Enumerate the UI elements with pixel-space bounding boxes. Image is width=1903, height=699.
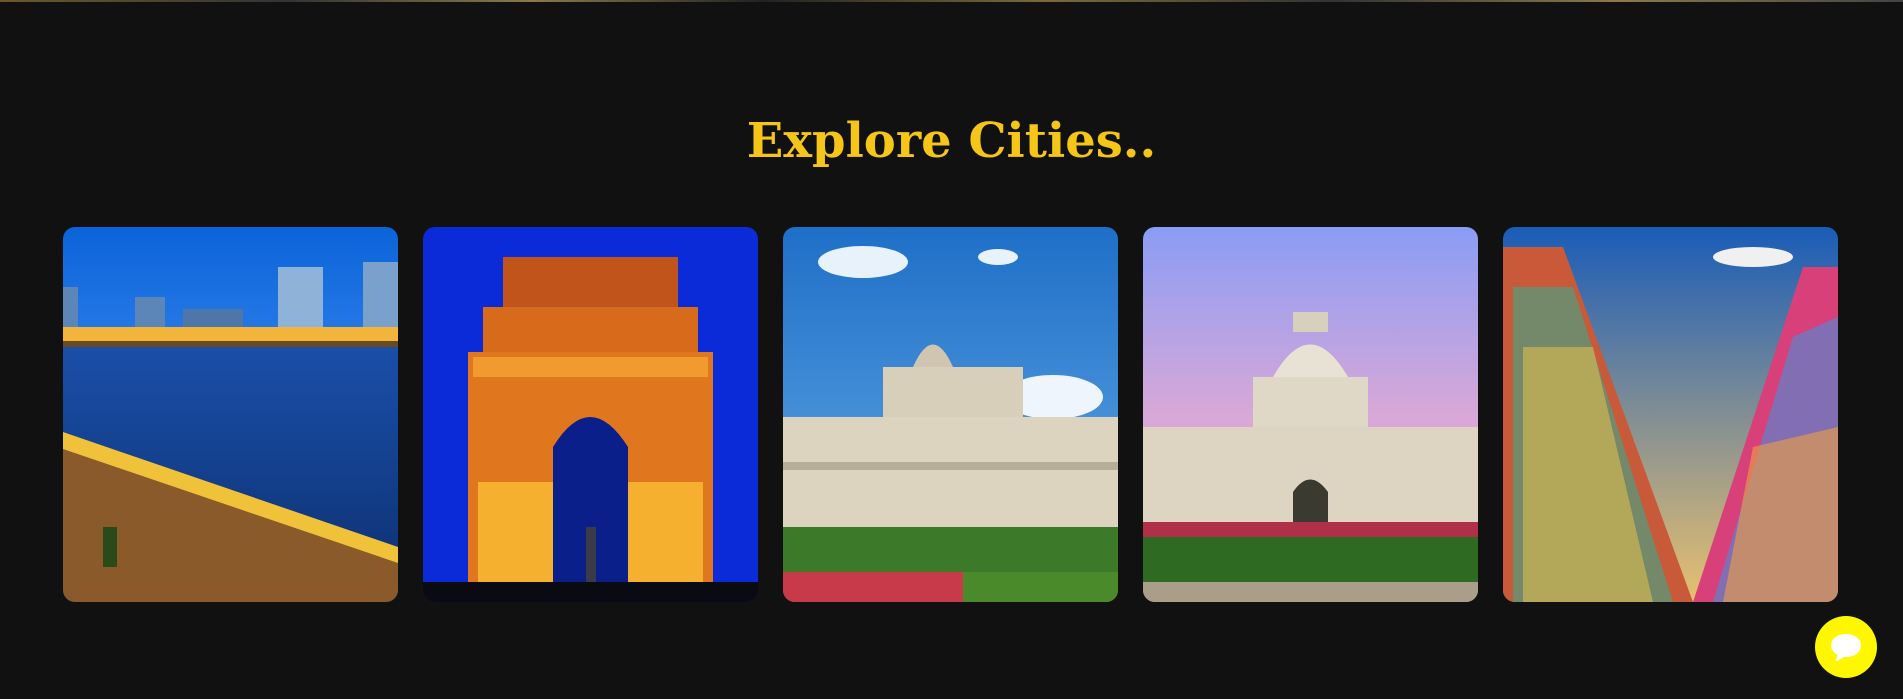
chat-bubble-icon bbox=[1831, 634, 1861, 661]
city-card-2[interactable] bbox=[423, 227, 758, 602]
city-cards bbox=[63, 227, 1838, 602]
victoria-memorial-image bbox=[1143, 227, 1478, 602]
top-divider bbox=[0, 0, 1903, 2]
city-card-4[interactable] bbox=[1143, 227, 1478, 602]
section-title: Explore Cities.. bbox=[746, 113, 1157, 169]
city-card-5[interactable] bbox=[1503, 227, 1838, 602]
vidhana-soudha-image bbox=[783, 227, 1118, 602]
marine-drive-image bbox=[63, 227, 398, 602]
temple-gopuram-image bbox=[1503, 227, 1838, 602]
city-card-1[interactable] bbox=[63, 227, 398, 602]
city-card-3[interactable] bbox=[783, 227, 1118, 602]
india-gate-image bbox=[423, 227, 758, 602]
chat-button[interactable] bbox=[1815, 616, 1877, 678]
